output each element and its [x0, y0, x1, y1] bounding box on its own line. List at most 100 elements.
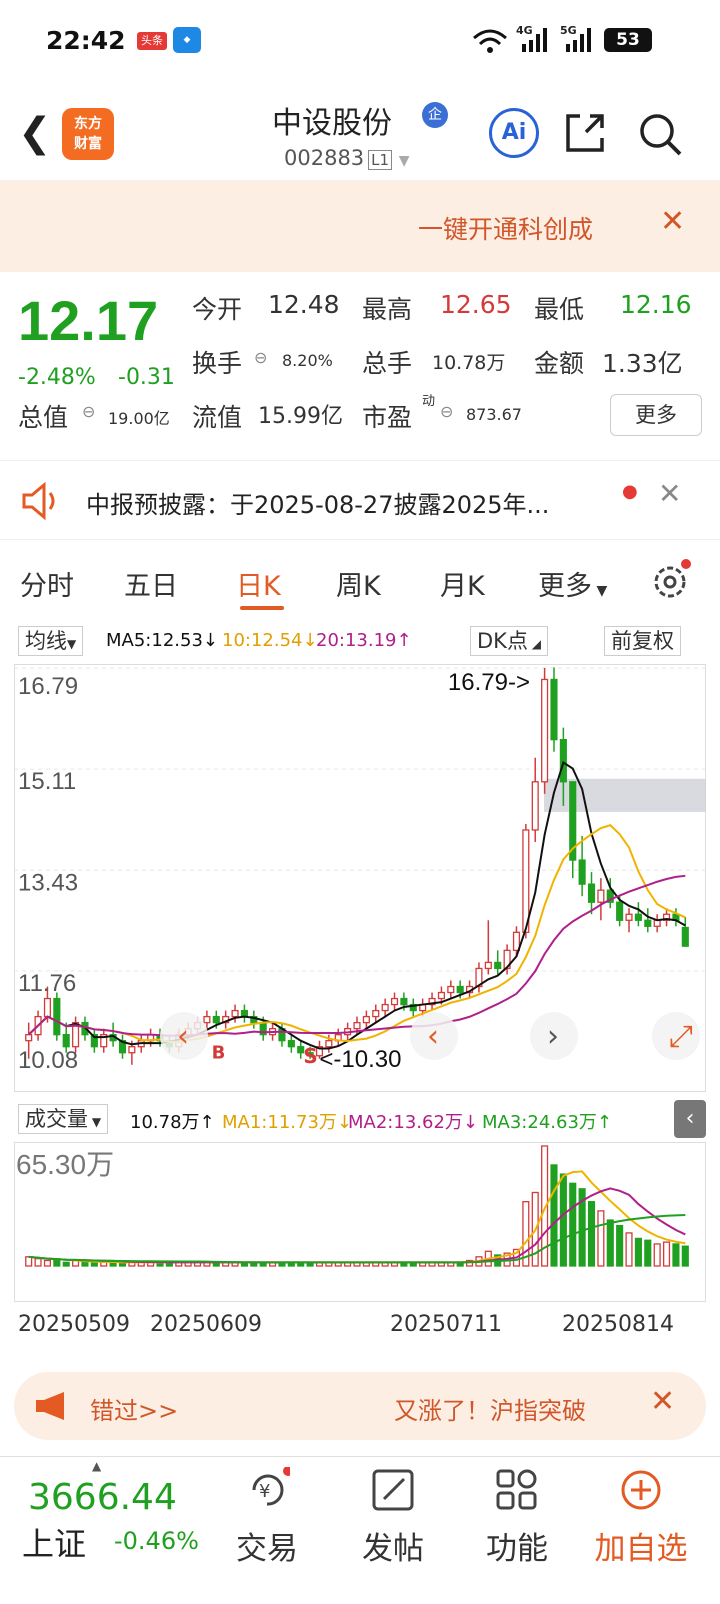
ma-select[interactable]: 均线▼	[18, 626, 84, 656]
candle-body	[587, 883, 596, 903]
vol-ma2: MA2:13.62万↓	[348, 1112, 478, 1133]
date-tick: 20250609	[150, 1312, 262, 1337]
vol-ma1: MA1:11.73万↓	[222, 1112, 352, 1133]
tab-more[interactable]: 更多 ▼	[538, 564, 607, 603]
y-axis-tick: 16.79	[18, 673, 78, 700]
volume-toolbar: 成交量 ▼ 10.78万↑ MA1:11.73万↓ MA2:13.62万↓ MA…	[14, 1098, 706, 1142]
candle-body	[362, 1015, 370, 1024]
index-change: -0.46%	[114, 1527, 199, 1555]
ma20-line	[27, 874, 686, 1037]
battery-icon: 53	[604, 28, 652, 52]
candle-body	[484, 961, 492, 970]
vol-ma3-line	[28, 1213, 686, 1264]
nav-label: 功能	[486, 1531, 548, 1567]
low-annotation: <-10.30	[319, 1046, 401, 1073]
megaphone-icon	[36, 1392, 64, 1420]
candle-body	[212, 1015, 220, 1024]
plus-circle-icon	[621, 1470, 661, 1510]
volume-chart[interactable]: 65.30万	[14, 1142, 706, 1302]
volume-bar	[90, 1261, 98, 1267]
candle-body	[287, 1040, 295, 1048]
candle-body	[447, 985, 455, 994]
candle-body	[43, 997, 52, 1018]
candle-body	[456, 985, 464, 994]
stock-code[interactable]: 002883 L1 ▼	[284, 146, 410, 170]
high-annotation: 16.79->	[448, 669, 530, 696]
nav-trade[interactable]: ¥ 交易	[212, 1457, 322, 1568]
tab-intraday[interactable]: 分时	[20, 564, 74, 603]
status-bar: 22:42 头条 ◆ 4G 5G 53	[0, 0, 720, 80]
collapse-panel-icon[interactable]: ‹	[674, 1100, 706, 1138]
promo-banner[interactable]: 一键开通科创成 ✕	[0, 180, 720, 272]
nav-post[interactable]: 发帖	[338, 1457, 448, 1568]
status-time: 22:42	[46, 26, 126, 55]
close-icon[interactable]: ✕	[658, 477, 681, 510]
candle-body	[128, 1046, 136, 1054]
volume-bar	[625, 1232, 633, 1267]
y-axis-tick: 10.08	[18, 1047, 78, 1074]
adjust-select[interactable]: 前复权	[604, 626, 681, 656]
volume-bar	[662, 1241, 671, 1267]
nav-add-watchlist[interactable]: 加自选	[586, 1457, 696, 1568]
stock-name: 中设股份	[272, 106, 392, 141]
float-label: 流值	[192, 403, 243, 432]
candle-body	[616, 901, 624, 921]
volume-label: 总手	[362, 349, 413, 378]
info-icon[interactable]: ⊖	[254, 348, 267, 367]
tab-monthly-k[interactable]: 月K	[440, 564, 485, 603]
gear-icon[interactable]	[650, 558, 694, 602]
back-icon[interactable]: ❮	[18, 110, 52, 156]
volume-bar	[34, 1257, 42, 1267]
enterprise-tag: 企	[422, 102, 448, 128]
volume-bar	[25, 1256, 33, 1267]
info-icon[interactable]: ⊖	[440, 402, 453, 421]
info-icon[interactable]: ⊖	[82, 402, 95, 421]
volume-bar	[634, 1237, 642, 1267]
change-value: -0.31	[118, 365, 175, 390]
caret-down-icon: ▼	[88, 1115, 102, 1129]
volume-bar	[597, 1210, 605, 1267]
candle-body	[559, 738, 567, 783]
prev-icon: ‹	[427, 1019, 439, 1054]
dk-point-select[interactable]: DK点 ◢	[470, 626, 548, 656]
trade-icon: ¥	[252, 1466, 293, 1506]
vol-ma2-line	[28, 1187, 686, 1264]
tab-daily-k[interactable]: 日K	[236, 564, 281, 603]
caret-down-icon: ▼	[592, 583, 608, 599]
grid-icon	[496, 1469, 537, 1510]
share-icon[interactable]	[562, 110, 608, 156]
toutiao-badge-icon: 头条	[137, 32, 167, 50]
close-icon[interactable]: ✕	[660, 204, 685, 239]
volume-bar	[644, 1239, 652, 1267]
more-button[interactable]: 更多	[610, 394, 702, 436]
search-icon[interactable]	[636, 110, 684, 158]
y-axis-tick: 13.43	[18, 869, 78, 896]
market-ad-bar[interactable]: 错过>> 又涨了！沪指突破 ✕	[14, 1372, 706, 1440]
amount-value: 1.33亿	[602, 349, 683, 378]
ai-button[interactable]: Ai	[489, 108, 539, 158]
close-icon[interactable]: ✕	[650, 1384, 675, 1419]
tab-weekly-k[interactable]: 周K	[336, 564, 381, 603]
index-value: 3666.44	[28, 1477, 177, 1518]
candle-body	[550, 678, 558, 741]
pe-value: 873.67	[466, 405, 522, 424]
nav-label: 加自选	[594, 1531, 688, 1567]
caret-icon: ◢	[527, 637, 541, 651]
nav-functions[interactable]: 功能	[462, 1457, 572, 1568]
low-label: 最低	[534, 295, 585, 324]
next-icon: ›	[547, 1019, 559, 1054]
signal-5g-icon	[566, 28, 591, 52]
volume-bar	[653, 1243, 661, 1267]
index-name: 上证	[22, 1525, 87, 1563]
tab-5day[interactable]: 五日	[124, 564, 178, 603]
kline-chart[interactable]: 16.79 15.11 13.43 11.76 10.08 16.79-> <-10.30S…	[14, 664, 706, 1092]
high-label: 最高	[362, 295, 413, 324]
unread-dot-icon: ●	[622, 481, 638, 502]
ma5-value: MA5:12.53↓	[106, 630, 218, 651]
promo-banner-text: 一键开通科创成	[418, 215, 594, 244]
notice-text: 中报预披露：于2025-08-27披露2025年...	[86, 491, 550, 519]
volume-select[interactable]: 成交量 ▼	[18, 1104, 109, 1134]
candle-body	[541, 678, 549, 783]
notice-bar[interactable]: 中报预披露：于2025-08-27披露2025年... ● ✕	[0, 460, 720, 540]
candle-body	[62, 1034, 70, 1048]
